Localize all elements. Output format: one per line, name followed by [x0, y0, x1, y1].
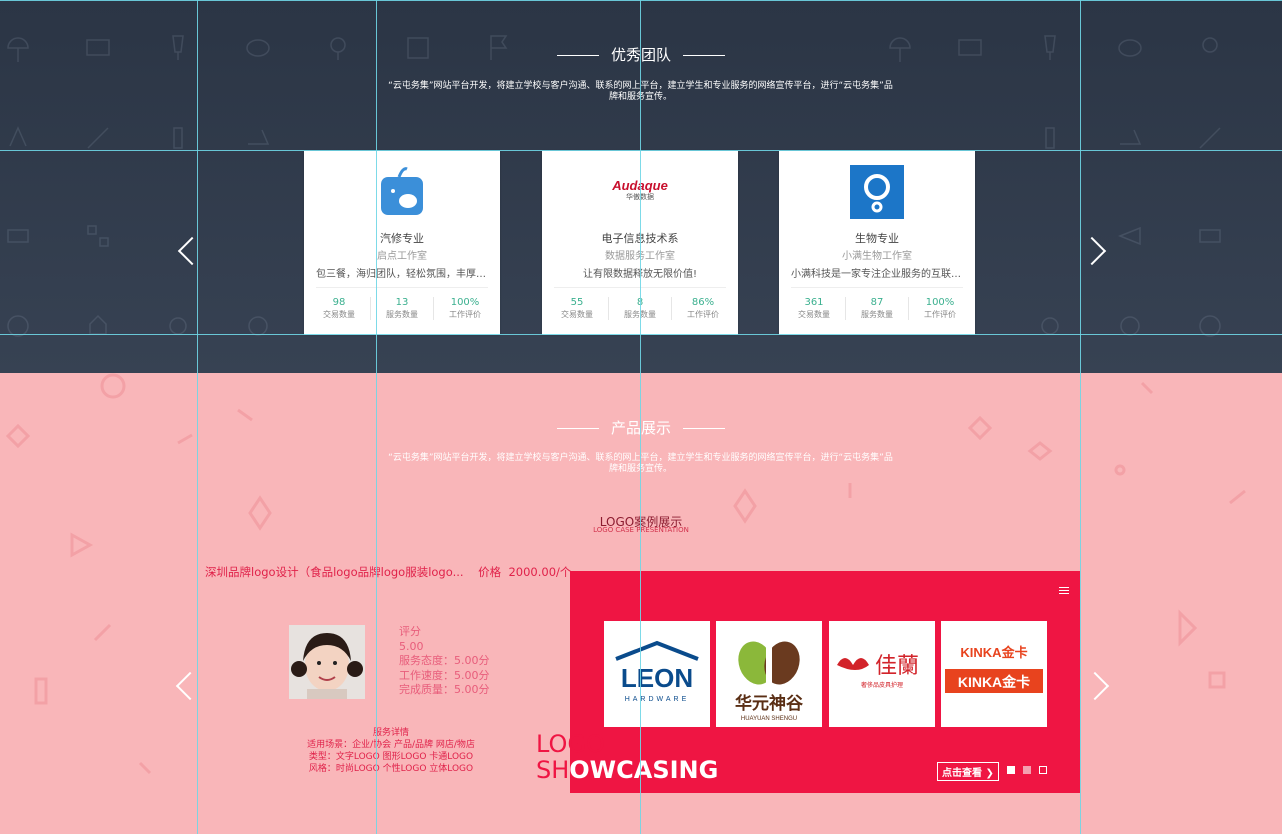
- product-section: 产品展示 “云屯务集”网站平台开发，将建立学校与客户沟通、联系的网上平台，建立学…: [0, 373, 1282, 834]
- carousel-dot[interactable]: [1023, 766, 1031, 774]
- stat-value: 86%: [691, 297, 715, 308]
- guide-line: [376, 0, 377, 834]
- stat-rating: 100% 工作评价: [909, 297, 971, 320]
- stat-label: 交易数量: [561, 310, 593, 319]
- stat-value: 13: [395, 297, 409, 308]
- case-subtitle: LOGO CASE PRESENTATION: [593, 526, 689, 534]
- card-divider: [316, 287, 488, 288]
- product-name: 深圳品牌logo设计（食品logo品牌logo服装logo...: [205, 565, 464, 579]
- logo-tile-huayuan[interactable]: 华元神谷 HUAYUAN SHENGU: [716, 621, 822, 727]
- menu-icon[interactable]: [1059, 587, 1069, 596]
- logo-tile-leon[interactable]: LEON HARDWARE: [604, 621, 710, 727]
- avatar[interactable]: [289, 625, 365, 699]
- stat-label: 工作评价: [449, 310, 481, 319]
- leon-subtext: HARDWARE: [625, 696, 690, 703]
- service-details: 服务详情 适用场景：企业/协会 产品/品牌 网店/物店 类型：文字LOGO 图形…: [296, 727, 486, 775]
- leon-logo: LEON HARDWARE: [615, 640, 699, 703]
- guide-line: [0, 0, 1282, 1]
- guide-line: [0, 150, 1282, 151]
- score-speed: 工作速度：5.00分: [399, 668, 490, 682]
- score-attitude: 服务态度：5.00分: [399, 654, 490, 667]
- score-quality: 完成质量：5.00分: [399, 683, 490, 696]
- stat-trades: 98 交易数量: [308, 297, 371, 320]
- card-slogan: 小满科技是一家专注企业服务的互联网...: [791, 269, 963, 280]
- kinka-text: KINKA金卡: [960, 645, 1027, 660]
- title-line: [683, 428, 725, 429]
- card-stats: 361 交易数量 87 服务数量 100% 工作评价: [783, 297, 971, 320]
- huayuan-subtext: HUAYUAN SHENGU: [741, 716, 797, 722]
- title-line: [556, 55, 599, 56]
- card-department: 生物专业: [855, 232, 899, 245]
- stat-label: 交易数量: [798, 310, 830, 319]
- stat-label: 工作评价: [687, 310, 719, 319]
- product-section-title: 产品展示: [0, 417, 1282, 438]
- stat-value: 55: [570, 297, 584, 308]
- price-value: 2000.00/个: [508, 565, 572, 579]
- card-studio: 小满生物工作室: [842, 251, 912, 262]
- card-stats: 98 交易数量 13 服务数量 100% 工作评价: [308, 297, 496, 320]
- title-line: [683, 55, 725, 56]
- stat-value: 361: [804, 297, 824, 308]
- card-department: 汽修专业: [380, 232, 424, 245]
- team-section: 优秀团队 “云屯务集”网站平台开发，将建立学校与客户沟通、联系的网上平台，建立学…: [0, 0, 1282, 373]
- guide-line: [1080, 0, 1081, 834]
- jialan-subtext: 奢侈品皮具护理: [861, 681, 903, 689]
- leon-text: LEON: [621, 663, 693, 693]
- stat-value: 100%: [450, 297, 480, 308]
- card-divider: [791, 287, 963, 288]
- kinka-subtext: KINKA金卡: [958, 674, 1030, 690]
- team-card[interactable]: 汽修专业 启点工作室 包三餐，海归团队，轻松氛围，丰厚福... 98 交易数量 1…: [304, 151, 500, 335]
- stat-value: 87: [870, 297, 884, 308]
- showcase-line1: LOGO: [536, 730, 605, 758]
- ring-icon: [850, 165, 904, 219]
- details-type: 类型：文字LOGO 图形LOGO 卡通LOGO: [308, 752, 474, 762]
- guide-line: [197, 0, 198, 834]
- details-scenario: 适用场景：企业/协会 产品/品牌 网店/物店: [307, 740, 475, 750]
- price-label: 价格: [478, 565, 502, 579]
- showcase-line2: SHOWCASING: [536, 757, 718, 783]
- stat-rating: 86% 工作评价: [672, 297, 734, 320]
- card-studio: 启点工作室: [377, 251, 427, 262]
- kinka-logo: KINKA金卡 KINKA金卡: [945, 645, 1043, 693]
- view-button-label: 点击查看: [942, 768, 982, 779]
- apple-icon: [381, 167, 423, 215]
- huayuan-logo: 华元神谷 HUAYUAN SHENGU: [735, 635, 804, 722]
- team-section-title: 优秀团队: [0, 44, 1282, 65]
- stat-services: 13 服务数量: [371, 297, 434, 320]
- team-card[interactable]: 生物专业 小满生物工作室 小满科技是一家专注企业服务的互联网... 361 交易数…: [779, 151, 975, 335]
- huayuan-text: 华元神谷: [735, 693, 804, 714]
- logo-showcasing-text: LOGO SHOWCASING: [536, 731, 718, 783]
- jialan-text: 佳蘭: [875, 654, 919, 679]
- carousel-dot[interactable]: [1039, 766, 1047, 774]
- avatar-image: [289, 625, 365, 699]
- details-style: 风格：时尚LOGO 个性LOGO 立体LOGO: [308, 764, 474, 774]
- card-slogan: 包三餐，海归团队，轻松氛围，丰厚福...: [316, 269, 488, 280]
- logo-tile-kinka[interactable]: KINKA金卡 KINKA金卡: [941, 621, 1047, 727]
- logo-tile-jialan[interactable]: 佳蘭 奢侈品皮具护理: [829, 621, 935, 727]
- score-label: 评分: [399, 625, 421, 638]
- stat-value: 100%: [925, 297, 955, 308]
- stat-rating: 100% 工作评价: [434, 297, 496, 320]
- score-value: 5.00: [399, 639, 424, 653]
- stat-label: 服务数量: [386, 310, 418, 319]
- product-title-line[interactable]: 深圳品牌logo设计（食品logo品牌logo服装logo... 价格 2000…: [205, 564, 571, 580]
- jialan-logo: 佳蘭 奢侈品皮具护理: [837, 654, 919, 689]
- view-button[interactable]: 点击查看 ❯: [937, 762, 999, 781]
- stat-services: 87 服务数量: [846, 297, 909, 320]
- stat-label: 服务数量: [861, 310, 893, 319]
- showcase-line2-b: OWCASING: [569, 756, 719, 784]
- service-scores: 评分 5.00 服务态度：5.00分 工作速度：5.00分 完成质量：5.00分: [399, 625, 490, 698]
- carousel-dot[interactable]: [1007, 766, 1015, 774]
- stat-trades: 361 交易数量: [783, 297, 846, 320]
- guide-line: [640, 0, 641, 834]
- guide-line: [0, 334, 1282, 335]
- details-heading: 服务详情: [372, 728, 409, 738]
- title-line: [556, 428, 599, 429]
- stat-label: 工作评价: [924, 310, 956, 319]
- stat-value: 98: [332, 297, 346, 308]
- stat-label: 交易数量: [323, 310, 355, 319]
- showcase-line2-a: SH: [536, 756, 570, 784]
- carousel-dots: [1007, 766, 1047, 774]
- stat-trades: 55 交易数量: [546, 297, 609, 320]
